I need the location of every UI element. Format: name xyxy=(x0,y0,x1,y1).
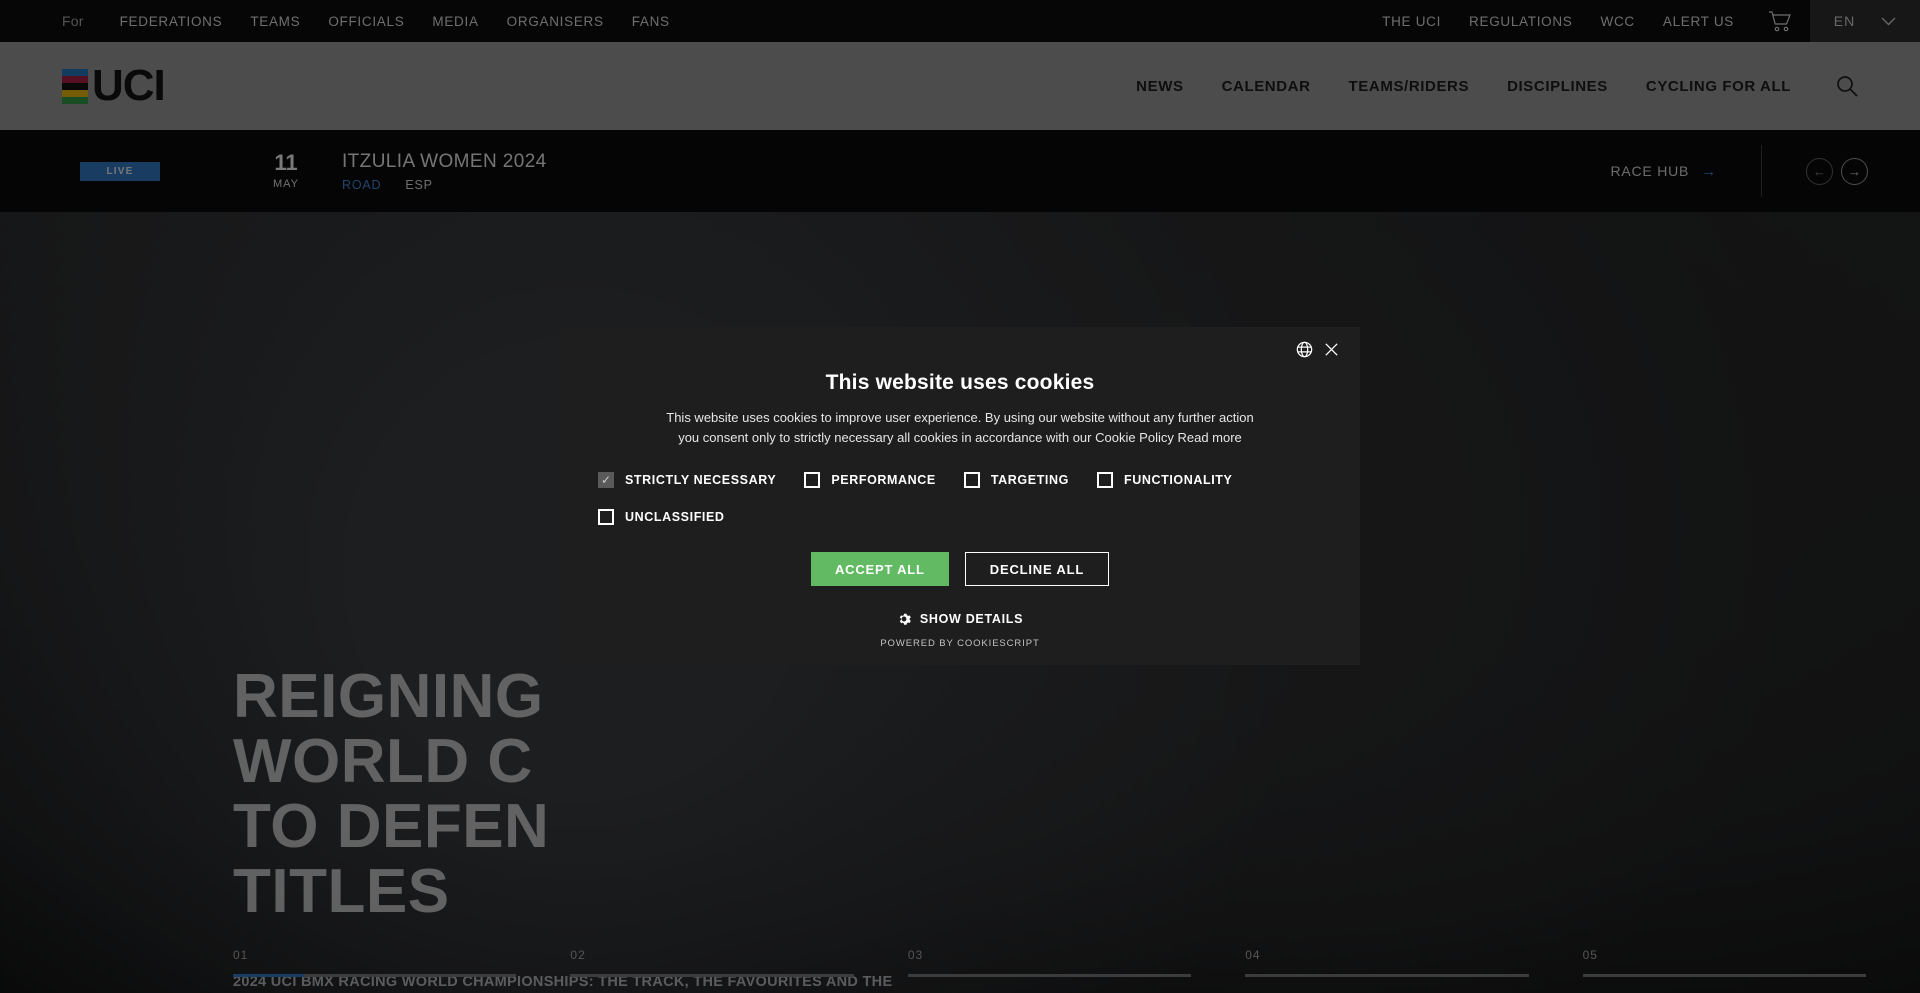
gear-icon xyxy=(897,612,911,626)
cookie-category-performance[interactable]: PERFORMANCE xyxy=(804,472,936,488)
cookie-category-targeting[interactable]: TARGETING xyxy=(963,472,1069,488)
show-details-label: SHOW DETAILS xyxy=(919,612,1024,626)
checkbox-strictly-necessary[interactable]: ✓ xyxy=(598,472,614,488)
cookie-category-label: UNCLASSIFIED xyxy=(625,510,725,524)
cookie-dialog-title: This website uses cookies xyxy=(825,371,1095,394)
cookie-category-label: STRICTLY NECESSARY xyxy=(625,473,777,487)
checkbox-targeting[interactable] xyxy=(963,472,980,488)
globe-icon[interactable] xyxy=(1296,341,1313,358)
cookie-category-label: FUNCTIONALITY xyxy=(1123,473,1233,487)
checkbox-functionality[interactable] xyxy=(1096,472,1113,488)
cookie-dialog-controls xyxy=(1296,341,1340,358)
cookie-dialog-buttons: ACCEPT ALL DECLINE ALL xyxy=(598,552,1322,586)
cookie-dialog-body: This website uses cookies to improve use… xyxy=(666,410,1254,445)
accept-all-button[interactable]: ACCEPT ALL xyxy=(810,552,949,586)
cookie-category-label: TARGETING xyxy=(990,473,1069,487)
cookie-category-functionality[interactable]: FUNCTIONALITY xyxy=(1096,472,1233,488)
powered-by-label: POWERED BY COOKIESCRIPT xyxy=(880,638,1040,649)
checkbox-performance[interactable] xyxy=(804,472,821,488)
checkbox-unclassified[interactable] xyxy=(598,509,614,525)
cookie-categories-row-2: UNCLASSIFIED xyxy=(598,509,1322,525)
cookie-categories-row-1: ✓ STRICTLY NECESSARY PERFORMANCE TARGETI… xyxy=(598,472,1322,488)
cookie-categories: ✓ STRICTLY NECESSARY PERFORMANCE TARGETI… xyxy=(598,472,1322,525)
close-icon[interactable] xyxy=(1323,341,1340,358)
show-details-button[interactable]: SHOW DETAILS xyxy=(598,612,1322,626)
cookie-category-unclassified[interactable]: UNCLASSIFIED xyxy=(598,509,725,525)
decline-all-button[interactable]: DECLINE ALL xyxy=(964,552,1110,586)
cookie-category-strictly-necessary[interactable]: ✓ STRICTLY NECESSARY xyxy=(598,472,776,488)
cookie-consent-dialog: This website uses cookies This website u… xyxy=(560,327,1360,665)
cookie-category-label: PERFORMANCE xyxy=(831,473,936,487)
